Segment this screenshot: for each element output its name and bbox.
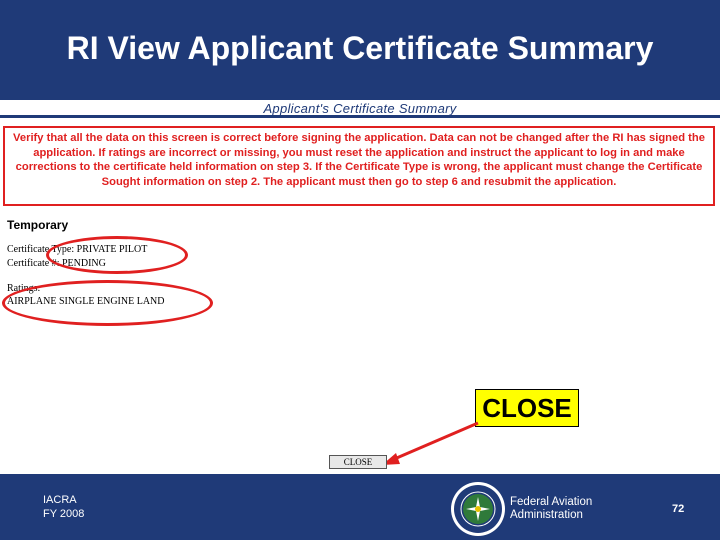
footer-program: IACRA bbox=[43, 494, 77, 506]
footer-left-text: IACRA FY 2008 bbox=[43, 493, 84, 521]
footer-year: FY 2008 bbox=[43, 508, 85, 520]
slide-title: RI View Applicant Certificate Summary bbox=[66, 30, 654, 66]
slide-footer bbox=[0, 474, 720, 540]
footer-org-line2: Administration bbox=[510, 509, 583, 521]
section-heading-temporary: Temporary bbox=[7, 218, 69, 232]
screen-title: Applicant's Certificate Summary bbox=[263, 101, 457, 116]
page-number: 72 bbox=[672, 503, 685, 515]
warning-text: Verify that all the data on this screen … bbox=[13, 132, 705, 188]
close-button[interactable]: CLOSE bbox=[329, 455, 387, 469]
footer-org-name: Federal Aviation Administration bbox=[510, 496, 592, 522]
footer-org-line1: Federal Aviation bbox=[510, 496, 593, 508]
screen-title-divider bbox=[0, 115, 720, 118]
faa-seal-icon bbox=[451, 482, 505, 536]
highlight-ellipse-certificate-type bbox=[46, 236, 188, 274]
close-callout-label: CLOSE bbox=[475, 389, 579, 427]
highlight-ellipse-rating bbox=[2, 280, 213, 326]
